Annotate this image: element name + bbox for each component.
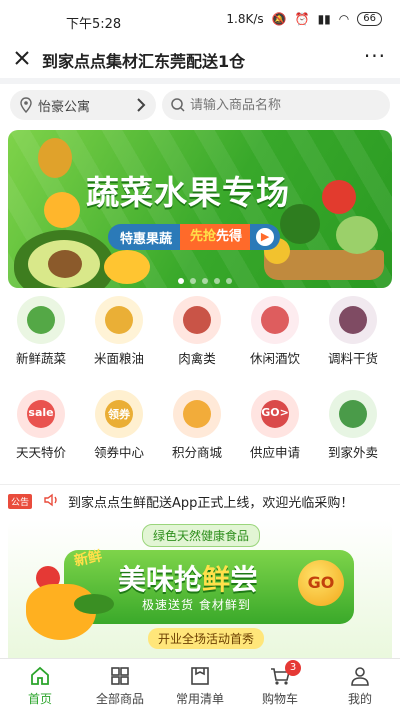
category-item[interactable]: 调料干货 (318, 296, 388, 367)
category-item[interactable]: 到家外卖 (318, 390, 388, 461)
tab-label: 首页 (27, 692, 52, 706)
meat-icon (173, 296, 221, 344)
tab-home[interactable]: 首页 (0, 665, 80, 707)
category-label: 天天特价 (15, 445, 66, 460)
announcement-tag: 公告 (8, 494, 33, 509)
mango-image (104, 250, 150, 284)
status-icons: 1.8K/s 🔕 ⏰ ▮▮ ◠ 66 (226, 12, 382, 26)
promo-subtitle: 极速送货 食材鲜到 (142, 598, 251, 612)
location-pin-icon (20, 97, 32, 113)
category-item[interactable]: 米面粮油 (84, 296, 154, 367)
tab-label: 购物车 (261, 692, 298, 706)
coupon-icon: 领券 (95, 390, 143, 438)
category-label: 积分商城 (171, 445, 222, 460)
announcement-bar[interactable]: 公告 到家点点生鲜配送App正式上线，欢迎光临采购！ (0, 484, 400, 514)
nav-bar: 到家点点集材汇东莞配送1仓 ··· (0, 40, 400, 78)
banner-cta-label: 特惠果蔬 (120, 231, 173, 247)
supply-apply-icon: GO> (251, 390, 299, 438)
page-title: 到家点点集材汇东莞配送1仓 (42, 52, 246, 71)
banner-cta-highlight: 先抢先得 (180, 224, 251, 250)
wifi-icon: ◠ (338, 12, 350, 26)
category-item[interactable]: 积分商城 (162, 390, 232, 461)
home-icon (31, 666, 49, 685)
orange-image (44, 192, 80, 228)
more-menu-button[interactable]: ··· (364, 44, 386, 68)
category-label: 米面粮油 (93, 351, 144, 366)
location-label: 怡豪公寓 (38, 99, 91, 115)
category-item[interactable]: 肉禽类 (162, 296, 232, 367)
announcement-text: 到家点点生鲜配送App正式上线，欢迎光临采购！ (68, 496, 354, 511)
tomato-image (322, 180, 356, 214)
battery-indicator: 66 (357, 12, 382, 26)
tab-frequent-list[interactable]: 常用清单 (160, 665, 240, 707)
banner-cta[interactable]: 特惠果蔬 先抢先得 ▶ (108, 224, 281, 250)
tab-label: 全部商品 (95, 692, 144, 706)
alarm-icon: ⏰ (294, 12, 310, 26)
user-icon (351, 667, 369, 686)
tab-label: 我的 (347, 692, 372, 706)
location-selector[interactable]: 怡豪公寓 (10, 90, 156, 120)
status-bar: 下午5:28 1.8K/s 🔕 ⏰ ▮▮ ◠ 66 (0, 0, 400, 40)
tab-cart[interactable]: 3 购物车 (240, 660, 320, 707)
carousel-dots (178, 278, 232, 284)
carousel-dot[interactable] (202, 278, 208, 284)
list-icon (191, 667, 209, 685)
tab-profile[interactable]: 我的 (320, 665, 400, 707)
drinks-icon (251, 296, 299, 344)
vegetables-icon (17, 296, 65, 344)
category-icon-text: 领券 (108, 408, 130, 421)
carousel-dot[interactable] (226, 278, 232, 284)
status-time: 下午5:28 (66, 17, 122, 32)
sale-icon: sale (17, 390, 65, 438)
mute-icon: 🔕 (271, 12, 287, 26)
category-item[interactable]: sale 天天特价 (6, 390, 76, 461)
network-speed: 1.8K/s (226, 12, 264, 26)
category-label: 供应申请 (249, 445, 300, 460)
category-label: 新鲜蔬菜 (15, 351, 66, 366)
go-button[interactable]: GO (298, 560, 344, 606)
search-icon (171, 98, 185, 112)
close-icon[interactable] (10, 46, 34, 70)
chevron-right-icon (137, 98, 146, 112)
cabbage-image (336, 216, 378, 254)
grid-icon (111, 667, 129, 685)
carousel-dot[interactable] (178, 278, 184, 284)
speaker-icon (44, 493, 57, 507)
seasoning-icon (329, 296, 377, 344)
category-label: 肉禽类 (178, 351, 216, 366)
points-mall-icon (173, 390, 221, 438)
signal-icon: ▮▮ (317, 12, 331, 26)
banner-title: 蔬菜水果专场 (86, 173, 290, 212)
arrow-right-icon: ▶ (256, 228, 275, 246)
takeaway-icon (329, 390, 377, 438)
grain-oil-icon (95, 296, 143, 344)
bottom-tab-bar: 首页 全部商品 常用清单 3 购物车 我的 (0, 658, 400, 711)
search-row: 怡豪公寓 (0, 84, 400, 124)
pineapple-image (38, 138, 72, 178)
category-icon-text: GO> (261, 406, 289, 419)
category-item[interactable]: 新鲜蔬菜 (6, 296, 76, 367)
search-bar[interactable] (162, 90, 390, 120)
tab-label: 常用清单 (175, 692, 224, 706)
leaf-image (74, 594, 114, 614)
category-label: 调料干货 (327, 351, 378, 366)
promo-bottom-tag: 开业全场活动首秀 (148, 628, 265, 649)
search-input[interactable] (190, 97, 380, 113)
promo-top-tag: 绿色天然健康食品 (142, 524, 261, 547)
promo-banner[interactable]: 绿色天然健康食品 新鲜 美味抢鲜尝 极速送货 食材鲜到 GO 开业全场活动首秀 (8, 520, 392, 658)
promo-title: 美味抢鲜尝 (118, 563, 259, 596)
tab-all-products[interactable]: 全部商品 (80, 665, 160, 707)
category-item[interactable]: 领券 领券中心 (84, 390, 154, 461)
carousel-dot[interactable] (190, 278, 196, 284)
category-icon-text: sale (28, 406, 54, 419)
category-item[interactable]: 休闲酒饮 (240, 296, 310, 367)
main-content: 蔬菜水果专场 特惠果蔬 先抢先得 ▶ 新鲜蔬菜 米面粮油 肉禽类 休闲酒饮 调料干货 sa… (0, 124, 400, 658)
category-label: 领券中心 (93, 445, 144, 460)
promo-banner-carousel[interactable]: 蔬菜水果专场 特惠果蔬 先抢先得 ▶ (8, 130, 392, 288)
category-label: 到家外卖 (327, 445, 378, 460)
cart-count-badge: 3 (285, 660, 301, 676)
carousel-dot[interactable] (214, 278, 220, 284)
category-label: 休闲酒饮 (249, 351, 300, 366)
category-item[interactable]: GO> 供应申请 (240, 390, 310, 461)
